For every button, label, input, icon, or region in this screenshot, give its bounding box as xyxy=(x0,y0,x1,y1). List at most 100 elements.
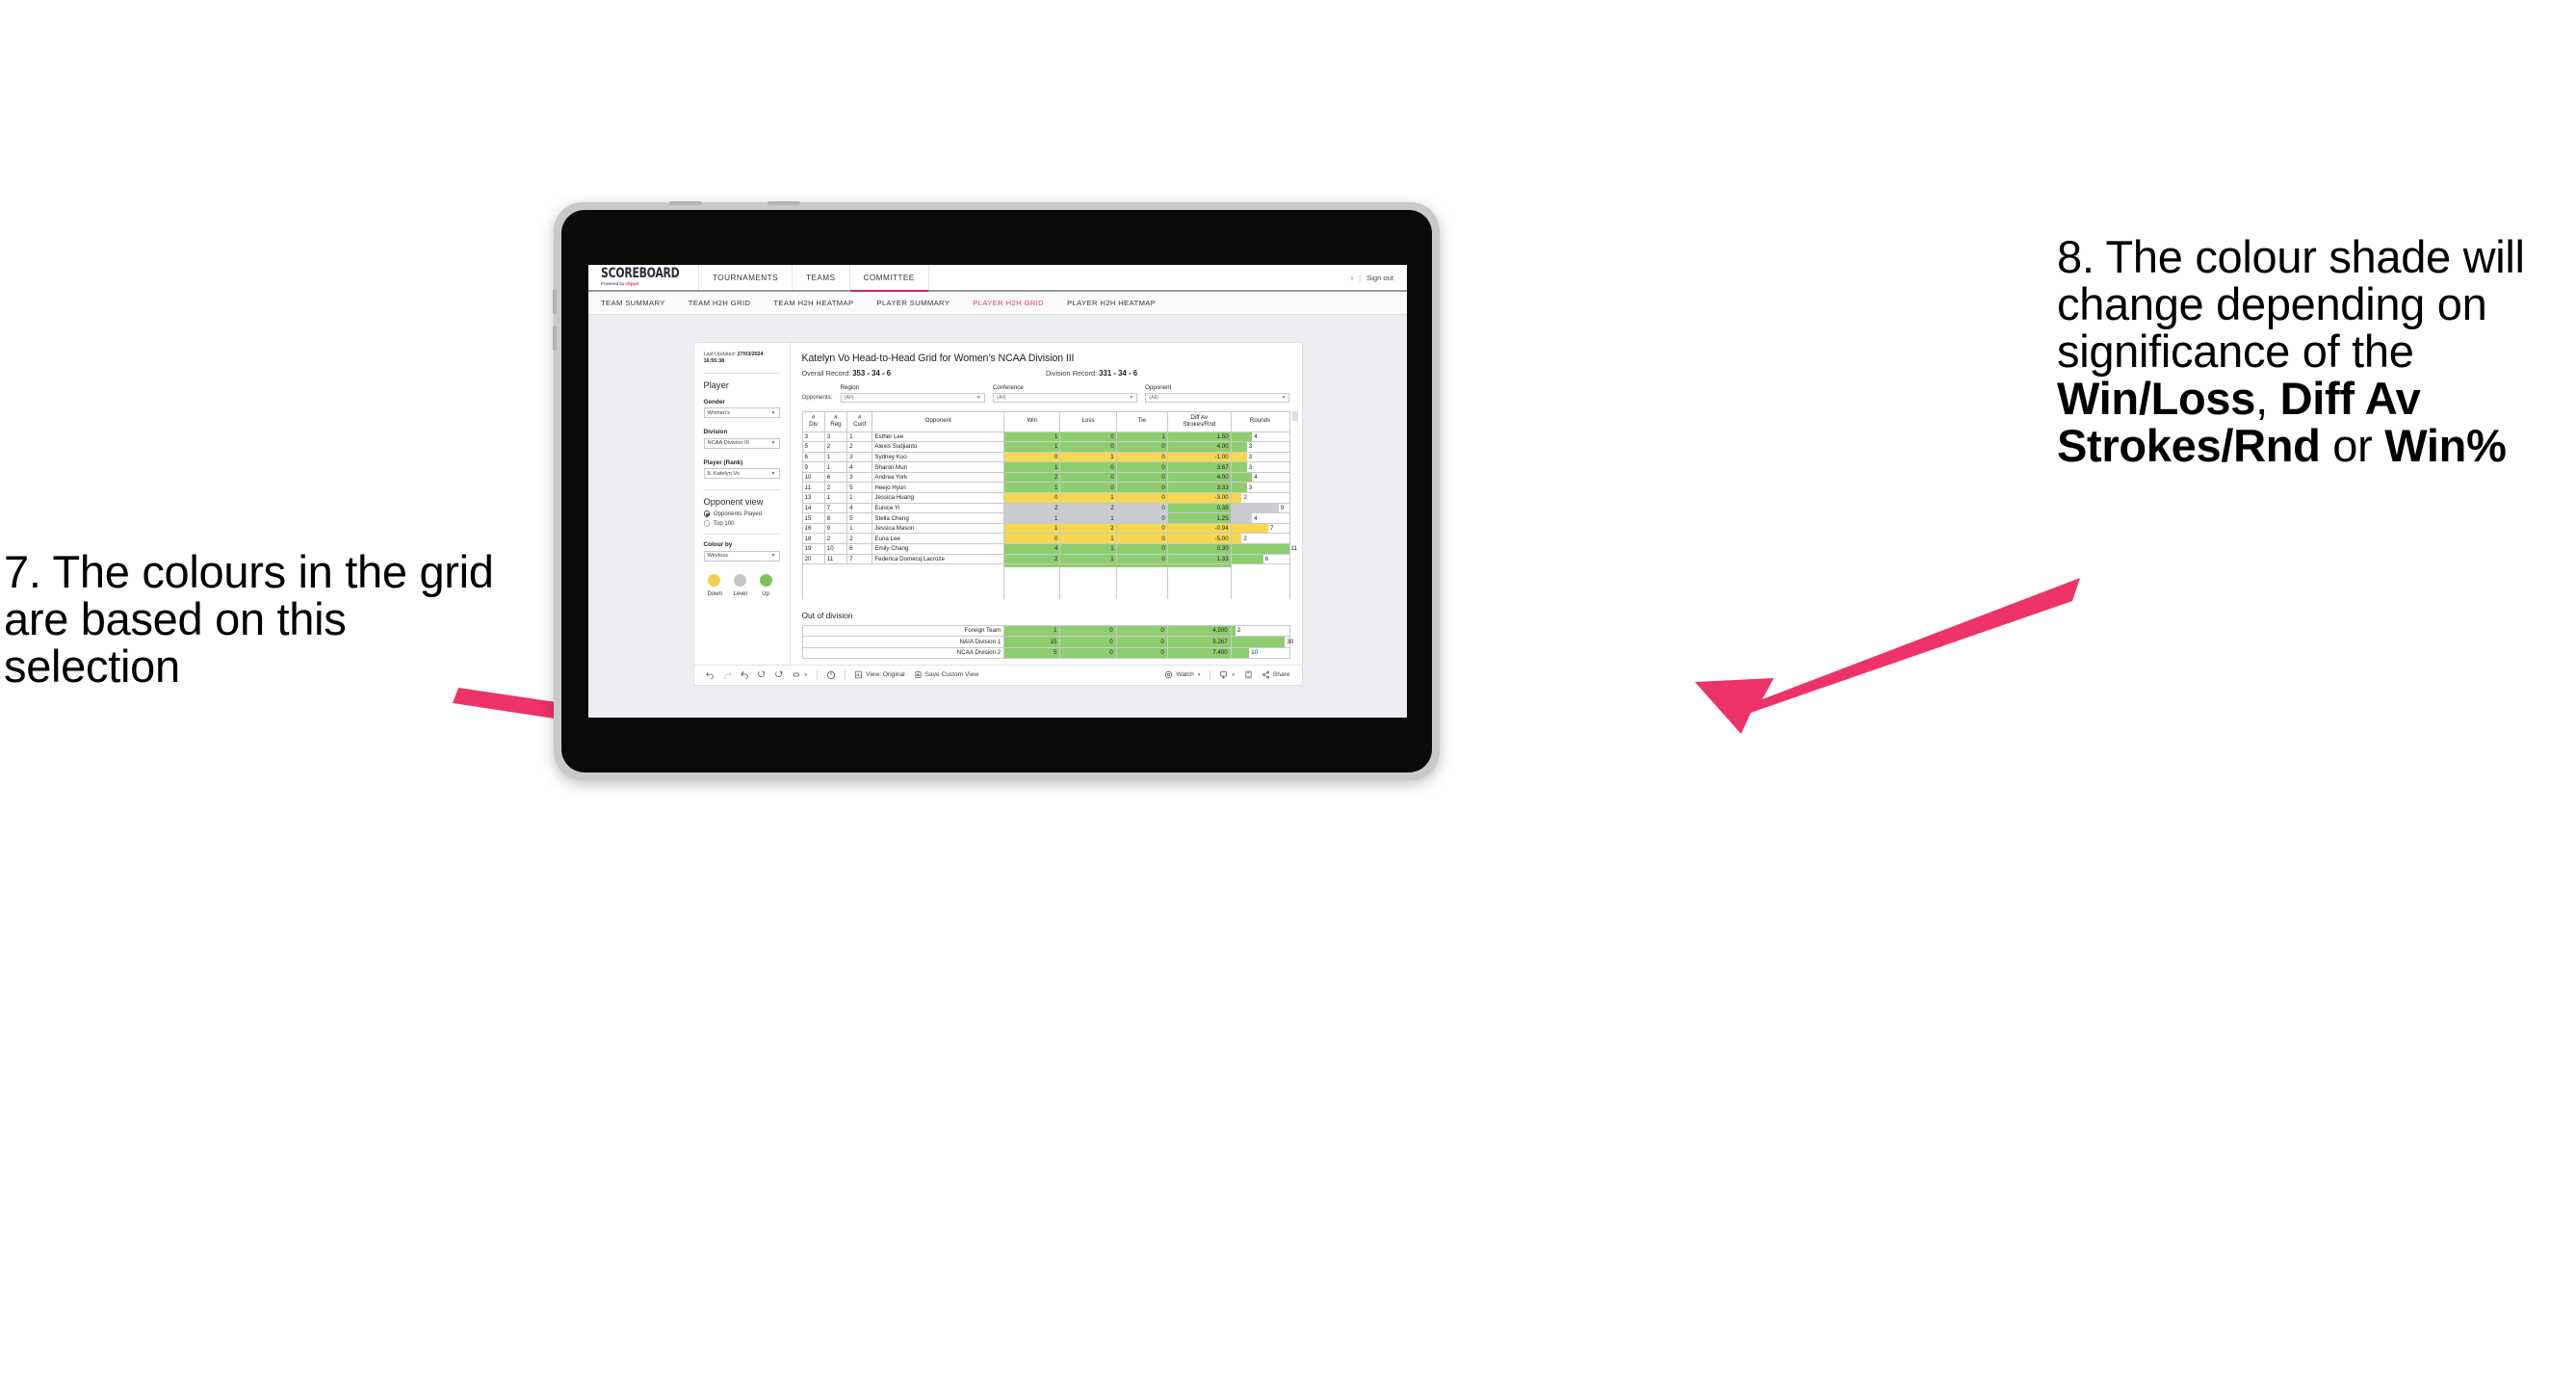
region-filter: Region (All) ▼ xyxy=(840,384,985,403)
watch-label: Watch xyxy=(1176,671,1194,679)
grid-col-header-line: Reg xyxy=(830,420,842,428)
page-title: Katelyn Vo Head-to-Head Grid for Women’s… xyxy=(801,353,1075,364)
grid-scrollbar[interactable] xyxy=(1291,410,1298,421)
subtab-team-summary[interactable]: TEAM SUMMARY xyxy=(601,299,665,307)
top-tab-tournaments[interactable]: TOURNAMENTS xyxy=(699,265,794,290)
annotation-7: 7. The colours in the grid are based on … xyxy=(4,548,524,691)
pause-auto-update-icon[interactable] xyxy=(774,670,784,679)
radio-selected-icon xyxy=(703,510,710,517)
table-row[interactable]: NCAA Division 2 5 0 0 7.400 10 xyxy=(801,646,1290,659)
table-row[interactable]: 9 1 4 Sharon Mun 1 0 0 3.67 3 xyxy=(801,461,1290,473)
cell-reg: 1 xyxy=(823,451,848,463)
undo-icon[interactable] xyxy=(705,670,715,680)
h2h-panel: Katelyn Vo Head-to-Head Grid for Women’s… xyxy=(791,343,1302,665)
cell-opponent: Euna Lee xyxy=(872,533,1005,545)
grid-body: 3 3 1 Esther Lee 1 0 1 1.50 4 5 2 2 Alexis Sudjianto… xyxy=(801,431,1297,599)
cell-conf: 3 xyxy=(846,471,873,484)
subtab-player-summary[interactable]: PLAYER SUMMARY xyxy=(876,299,950,307)
cell-reg: 8 xyxy=(823,512,848,524)
table-row[interactable]: 20 11 7 Federica Domecq Lacroze 2 1 0 1.33 6 xyxy=(801,553,1290,565)
refresh-data-icon[interactable] xyxy=(757,670,767,679)
table-row[interactable]: 18 2 2 Euna Lee 0 1 0 -5.00 2 xyxy=(801,533,1290,545)
annotation-8: 8. The colour shade will change dependin… xyxy=(2057,233,2569,469)
grid-col-header-7[interactable]: Diff Av Strokes/Rnd xyxy=(1166,410,1232,432)
rounds-bar xyxy=(1231,442,1247,452)
grid-col-header-4[interactable]: Win xyxy=(1003,410,1061,432)
fullscreen-button[interactable] xyxy=(1244,670,1253,679)
top-tab-teams[interactable]: TEAMS xyxy=(793,265,850,290)
table-row[interactable]: 19 10 6 Emily Chang 4 1 0 0.30 11 xyxy=(801,543,1297,555)
pause-updates-icon[interactable] xyxy=(826,670,836,680)
conference-select[interactable]: (All) ▼ xyxy=(992,392,1138,403)
player-rank-select[interactable]: 8. Katelyn Vo ▼ xyxy=(703,468,780,480)
grid-col-header-2[interactable]: # Conf xyxy=(846,410,873,432)
save-custom-view-button[interactable]: Save Custom View xyxy=(914,670,978,679)
app-logo[interactable]: SCOREBOARD Powered by clippd xyxy=(588,265,699,290)
region-label: Region xyxy=(840,384,860,391)
h2h-grid-table: # Div # Reg # Conf Opponent Win Loss Tie Diff Av St… xyxy=(801,410,1297,599)
watch-button[interactable]: Watch ▼ xyxy=(1164,670,1201,679)
cell-tie: 0 xyxy=(1115,624,1168,638)
rounds-bar xyxy=(1231,637,1286,647)
subtab-player-h2h-grid[interactable]: PLAYER H2H GRID xyxy=(973,299,1044,307)
top-tab-committee[interactable]: COMMITTEE xyxy=(849,265,929,292)
grid-col-header-6[interactable]: Tie xyxy=(1115,410,1168,432)
radio-top-100[interactable]: Top 100 xyxy=(703,520,780,528)
rectangle-select-icon[interactable]: ▼ xyxy=(793,670,808,679)
cell-tie: 0 xyxy=(1115,543,1168,555)
division-select[interactable]: NCAA Division III ▼ xyxy=(703,437,780,449)
radio-opponents-played[interactable]: Opponents Played xyxy=(703,510,780,517)
radio-top-100-label: Top 100 xyxy=(713,520,735,528)
cell-tie: 0 xyxy=(1115,471,1168,484)
table-row[interactable]: NAIA Division 1 15 0 0 9.267 30 xyxy=(801,636,1293,648)
cell-tie: 0 xyxy=(1115,646,1168,659)
table-row[interactable]: 16 9 1 Jessica Mason 1 2 0 -0.94 7 xyxy=(801,522,1290,535)
table-row[interactable]: 13 1 1 Jessica Huang 0 1 0 -3.00 2 xyxy=(801,492,1290,504)
colour-by-select[interactable]: Win/loss ▼ xyxy=(703,550,780,562)
table-row[interactable]: 5 2 2 Alexis Sudjianto 1 0 0 4.00 3 xyxy=(801,441,1290,453)
cell-tie: 0 xyxy=(1115,553,1168,565)
table-row[interactable]: 15 8 5 Stella Cheng 1 1 0 1.25 4 xyxy=(801,512,1290,524)
cell-conf: 3 xyxy=(846,451,873,463)
subtab-team-h2h-grid[interactable]: TEAM H2H GRID xyxy=(689,299,751,307)
table-row[interactable]: 3 3 1 Esther Lee 1 0 1 1.50 4 xyxy=(801,431,1290,443)
cell-loss: 0 xyxy=(1059,482,1117,494)
share-button[interactable]: Share xyxy=(1262,670,1290,679)
cell-rounds: 3 xyxy=(1230,441,1290,453)
grid-col-header-0[interactable]: # Div xyxy=(801,410,825,432)
cell-diff: 3.67 xyxy=(1166,461,1232,473)
grid-col-header-8[interactable]: Rounds xyxy=(1230,410,1290,432)
chevron-down-icon: ▼ xyxy=(770,409,776,416)
cell-diff: -0.94 xyxy=(1166,522,1232,535)
table-row[interactable]: 6 1 3 Sydney Kuo 0 1 0 -1.00 3 xyxy=(801,451,1290,463)
sign-out-link[interactable]: Sign out xyxy=(1366,274,1393,282)
region-select[interactable]: (All) ▼ xyxy=(840,392,985,403)
table-row[interactable]: 10 6 3 Andrea York 2 0 0 4.00 4 xyxy=(801,471,1290,484)
region-value: (All) xyxy=(844,394,854,401)
overall-record-label: Overall Record: xyxy=(801,369,853,378)
cell-tie: 0 xyxy=(1115,522,1168,535)
rounds-value: 3 xyxy=(1248,443,1253,451)
legend-dot-level xyxy=(733,573,746,587)
download-button[interactable]: ▼ xyxy=(1219,670,1236,680)
cell-rounds: 6 xyxy=(1230,553,1290,565)
view-original-button[interactable]: View: Original xyxy=(854,670,905,679)
legend-labels: Down Level Up xyxy=(704,591,780,597)
revert-icon[interactable] xyxy=(740,670,749,680)
redo-icon[interactable] xyxy=(723,670,732,680)
table-row[interactable]: 14 7 4 Eunice Yi 2 2 0 0.38 9 xyxy=(801,502,1290,514)
expand-chevron-icon[interactable]: › xyxy=(1351,274,1354,282)
opponent-select[interactable]: (All) ▼ xyxy=(1145,392,1290,403)
logo-tagline-brand: clippd xyxy=(625,281,639,287)
rounds-value: 4 xyxy=(1254,432,1258,440)
subtab-player-h2h-heatmap[interactable]: PLAYER H2H HEATMAP xyxy=(1067,299,1156,307)
table-row[interactable]: 11 2 5 Heejo Hyun 1 0 0 3.33 3 xyxy=(801,482,1290,494)
table-row[interactable]: Foreign Team 1 0 0 4.500 2 xyxy=(801,624,1290,638)
grid-col-header-5[interactable]: Loss xyxy=(1059,410,1117,432)
cell-tie: 0 xyxy=(1115,451,1168,463)
subtab-team-h2h-heatmap[interactable]: TEAM H2H HEATMAP xyxy=(773,299,853,307)
gender-select[interactable]: Women’s ▼ xyxy=(703,407,780,419)
radio-unselected-icon xyxy=(703,520,710,527)
grid-col-header-1[interactable]: # Reg xyxy=(823,410,848,432)
grid-col-header-3[interactable]: Opponent xyxy=(872,410,1005,432)
